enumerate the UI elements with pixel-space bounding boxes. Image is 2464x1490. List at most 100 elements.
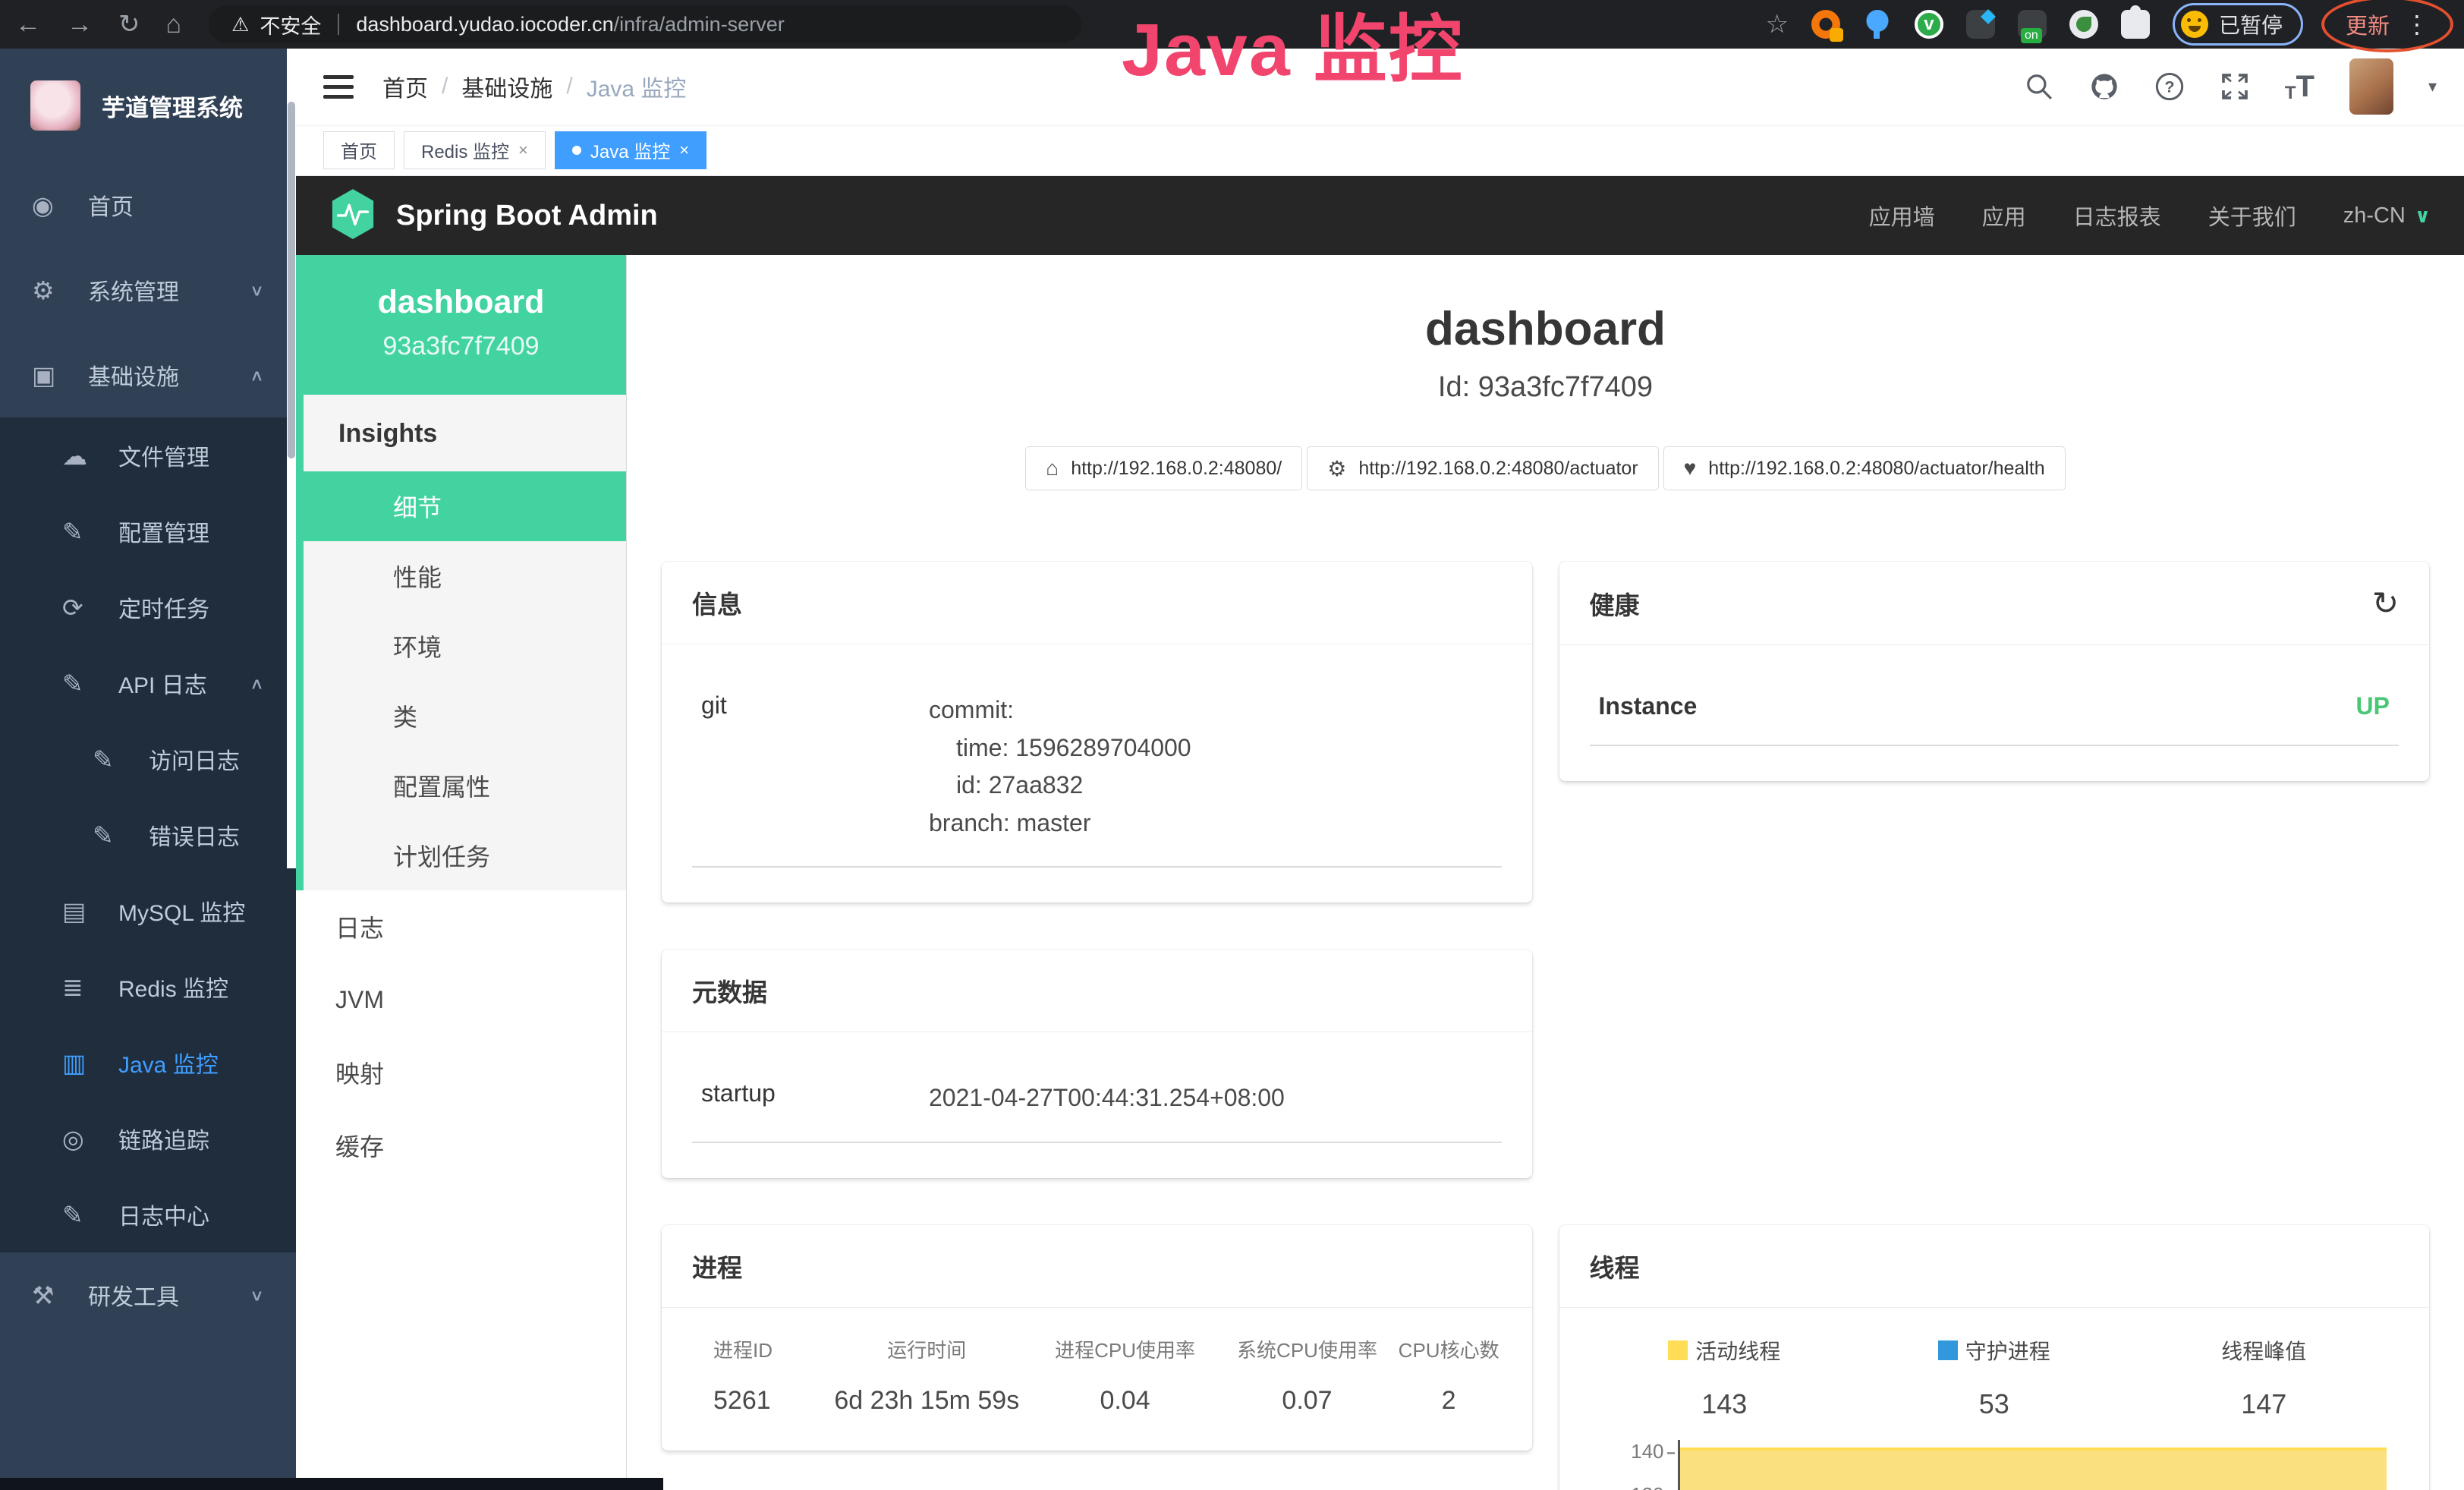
sidebar-item-label: API 日志 <box>118 666 207 700</box>
update-label[interactable]: 更新 <box>2346 8 2390 40</box>
page-instance-id: Id: 93a3fc7f7409 <box>662 371 2429 404</box>
forward-icon[interactable]: → <box>67 10 93 39</box>
extension-icon[interactable] <box>1811 10 1840 39</box>
threads-legend: 活动线程 143 守护进程 53 <box>1590 1335 2399 1420</box>
extension-pin-icon[interactable] <box>1863 10 1892 39</box>
fullscreen-icon[interactable] <box>2220 71 2250 102</box>
home-icon[interactable]: ⌂ <box>166 10 182 39</box>
sidebar-item-scheduled-jobs[interactable]: ⟳ 定时任务 <box>0 569 296 645</box>
sba-nav-journal[interactable]: 日志报表 <box>2073 200 2161 232</box>
tab-redis-monitor[interactable]: Redis 监控 × <box>404 131 546 169</box>
info-card: 信息 git commit: time: 1596289704000 id: 2… <box>662 562 1532 903</box>
paused-label: 已暂停 <box>2219 9 2283 39</box>
back-icon[interactable]: ← <box>15 10 41 39</box>
service-url-button[interactable]: ⌂ http://192.168.0.2:48080/ <box>1025 446 1302 490</box>
sidebar-item-file-manage[interactable]: ☁ 文件管理 <box>0 417 296 493</box>
bookmark-star-icon[interactable]: ☆ <box>1765 9 1788 39</box>
tab-close-icon[interactable]: × <box>518 140 528 160</box>
home-icon: ⌂ <box>1046 456 1059 480</box>
reload-icon[interactable]: ↻ <box>118 9 140 39</box>
instance-name: dashboard <box>304 284 618 321</box>
sba-nav-about[interactable]: 关于我们 <box>2208 200 2296 232</box>
sidebar-item-error-log[interactable]: ✎ 错误日志 <box>0 797 296 873</box>
health-url-button[interactable]: ♥ http://192.168.0.2:48080/actuator/heal… <box>1663 446 2066 490</box>
user-avatar[interactable] <box>2349 58 2393 115</box>
sba-brand-title[interactable]: Spring Boot Admin <box>396 200 658 232</box>
sidebar-item-label: 配置管理 <box>118 515 209 548</box>
threads-chart-plot <box>1678 1440 2399 1490</box>
extension-v-icon[interactable]: v <box>1915 10 1943 39</box>
tab-home[interactable]: 首页 <box>323 131 395 169</box>
tab-close-icon[interactable]: × <box>679 140 689 160</box>
sba-instance-header[interactable]: dashboard 93a3fc7f7409 <box>296 255 626 395</box>
sba-side-item-jvm[interactable]: JVM <box>296 963 626 1036</box>
user-menu-caret-icon[interactable]: ▾ <box>2428 77 2437 96</box>
sidebar-scrollbar-thumb[interactable] <box>288 102 295 458</box>
live-threads-value: 143 <box>1590 1388 1860 1420</box>
sidebar-item-infra[interactable]: ▣ 基础设施 ∧ <box>0 332 296 417</box>
sba-language-select[interactable]: zh-CN ∨ <box>2343 203 2431 228</box>
sidebar-item-system[interactable]: ⚙ 系统管理 ∨ <box>0 247 296 332</box>
sidebar-item-mysql-monitor[interactable]: ▤ MySQL 监控 <box>0 873 296 949</box>
metadata-card-title: 元数据 <box>692 972 767 1009</box>
screen: ← → ↻ ⌂ ⚠ 不安全 dashboard.yudao.iocoder.cn… <box>0 0 2464 1490</box>
sba-side-item-logs[interactable]: 日志 <box>296 890 626 963</box>
extension-grid-icon[interactable] <box>1966 10 1995 39</box>
metadata-card: 元数据 startup 2021-04-27T00:44:31.254+08:0… <box>662 950 1532 1178</box>
history-icon[interactable]: ↺ <box>2372 584 2399 622</box>
sidebar-item-redis-monitor[interactable]: ≣ Redis 监控 <box>0 949 296 1025</box>
github-icon[interactable] <box>2089 71 2119 102</box>
sba-side-item-environment[interactable]: 环境 <box>304 611 626 681</box>
sidebar-item-label: Java 监控 <box>118 1046 219 1079</box>
process-table: 进程ID 运行时间 进程CPU使用率 系统CPU使用率 CPU核心数 5261 … <box>692 1335 1502 1416</box>
chrome-update-button[interactable]: 更新 ⋮ <box>2326 2 2449 46</box>
breadcrumb-current: Java 监控 <box>587 70 687 103</box>
sidebar-item-tracing[interactable]: ◎ 链路追踪 <box>0 1101 296 1177</box>
extension-leaf-icon[interactable] <box>2069 10 2098 39</box>
sba-side-item-config-props[interactable]: 配置属性 <box>304 751 626 821</box>
git-time-line: time: 1596289704000 <box>929 729 1191 767</box>
tab-java-monitor[interactable]: Java 监控 × <box>555 131 706 169</box>
sidebar-item-access-log[interactable]: ✎ 访问日志 <box>0 721 296 797</box>
sidebar-item-java-monitor[interactable]: ▥ Java 监控 <box>0 1025 296 1101</box>
extensions-puzzle-icon[interactable] <box>2121 10 2150 39</box>
sba-side-item-mappings[interactable]: 映射 <box>296 1036 626 1109</box>
sidebar-item-config-manage[interactable]: ✎ 配置管理 <box>0 493 296 569</box>
legend-live-threads-label: 活动线程 <box>1695 1335 1780 1366</box>
sba-nav-wallboard[interactable]: 应用墙 <box>1869 200 1935 232</box>
eye-icon: ◎ <box>62 1124 100 1154</box>
font-size-icon[interactable]: TT <box>2285 70 2315 104</box>
sba-header: Spring Boot Admin 应用墙 应用 日志报表 关于我们 zh-CN… <box>296 176 2464 255</box>
sidebar-item-home[interactable]: ◉ 首页 <box>0 162 296 247</box>
cloud-icon: ☁ <box>62 441 100 471</box>
sba-side-item-caches[interactable]: 缓存 <box>296 1109 626 1182</box>
sidebar-item-label: 文件管理 <box>118 439 209 472</box>
actuator-url-button[interactable]: ⚙ http://192.168.0.2:48080/actuator <box>1307 446 1658 490</box>
browser-menu-icon[interactable]: ⋮ <box>2405 10 2429 39</box>
app-logo-row[interactable]: 芋道管理系统 <box>0 49 296 162</box>
breadcrumb-home[interactable]: 首页 <box>382 70 428 103</box>
sba-side-item-details[interactable]: 细节 <box>296 471 626 541</box>
sba-side-item-scheduled-tasks[interactable]: 计划任务 <box>304 821 626 890</box>
sidebar-item-api-log[interactable]: ✎ API 日志 ∧ <box>0 645 296 721</box>
breadcrumb-infra[interactable]: 基础设施 <box>461 70 552 103</box>
git-branch-line: branch: master <box>929 805 1191 843</box>
sidebar-item-dev-tools[interactable]: ⚒ 研发工具 ∨ <box>0 1252 296 1337</box>
collapse-sidebar-icon[interactable] <box>323 75 354 99</box>
sba-nav-applications[interactable]: 应用 <box>1982 200 2026 232</box>
address-bar[interactable]: ⚠ 不安全 dashboard.yudao.iocoder.cn /infra/… <box>209 5 1081 43</box>
help-icon[interactable]: ? <box>2154 71 2185 102</box>
profile-paused-pill[interactable]: 已暂停 <box>2173 3 2303 46</box>
extension-on-icon[interactable] <box>2018 10 2047 39</box>
sba-side-item-metrics[interactable]: 性能 <box>304 541 626 611</box>
url-path: /infra/admin-server <box>614 13 785 36</box>
sidebar-scrollbar[interactable] <box>287 49 296 868</box>
security-label[interactable]: 不安全 <box>260 10 321 39</box>
ytick-140: 140 <box>1631 1440 1663 1463</box>
app-logo <box>30 80 80 131</box>
log-icon: ✎ <box>93 821 131 850</box>
search-icon[interactable] <box>2024 71 2054 102</box>
sidebar-item-log-center[interactable]: ✎ 日志中心 <box>0 1177 296 1252</box>
sba-side-item-classes[interactable]: 类 <box>304 681 626 751</box>
process-col-process-cpu: 进程CPU使用率 <box>1032 1335 1218 1363</box>
